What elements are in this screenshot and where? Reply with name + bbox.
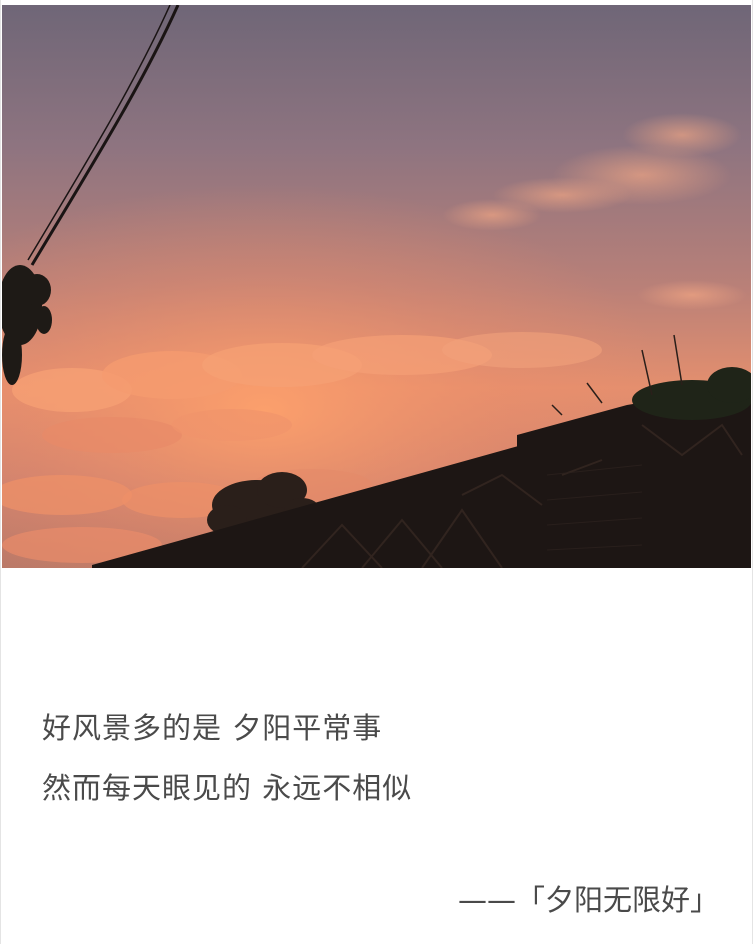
poem: 好风景多的是 夕阳平常事 然而每天眼见的 永远不相似: [42, 698, 412, 818]
poem-line-2: 然而每天眼见的 永远不相似: [42, 771, 413, 805]
attribution: ——「夕阳无限好」: [457, 883, 719, 917]
post-card: 好风景多的是 夕阳平常事 然而每天眼见的 永远不相似 ——「夕阳无限好」: [0, 0, 753, 944]
poem-line-1: 好风景多的是 夕阳平常事: [42, 711, 383, 745]
sunset-photo[interactable]: [2, 5, 751, 568]
